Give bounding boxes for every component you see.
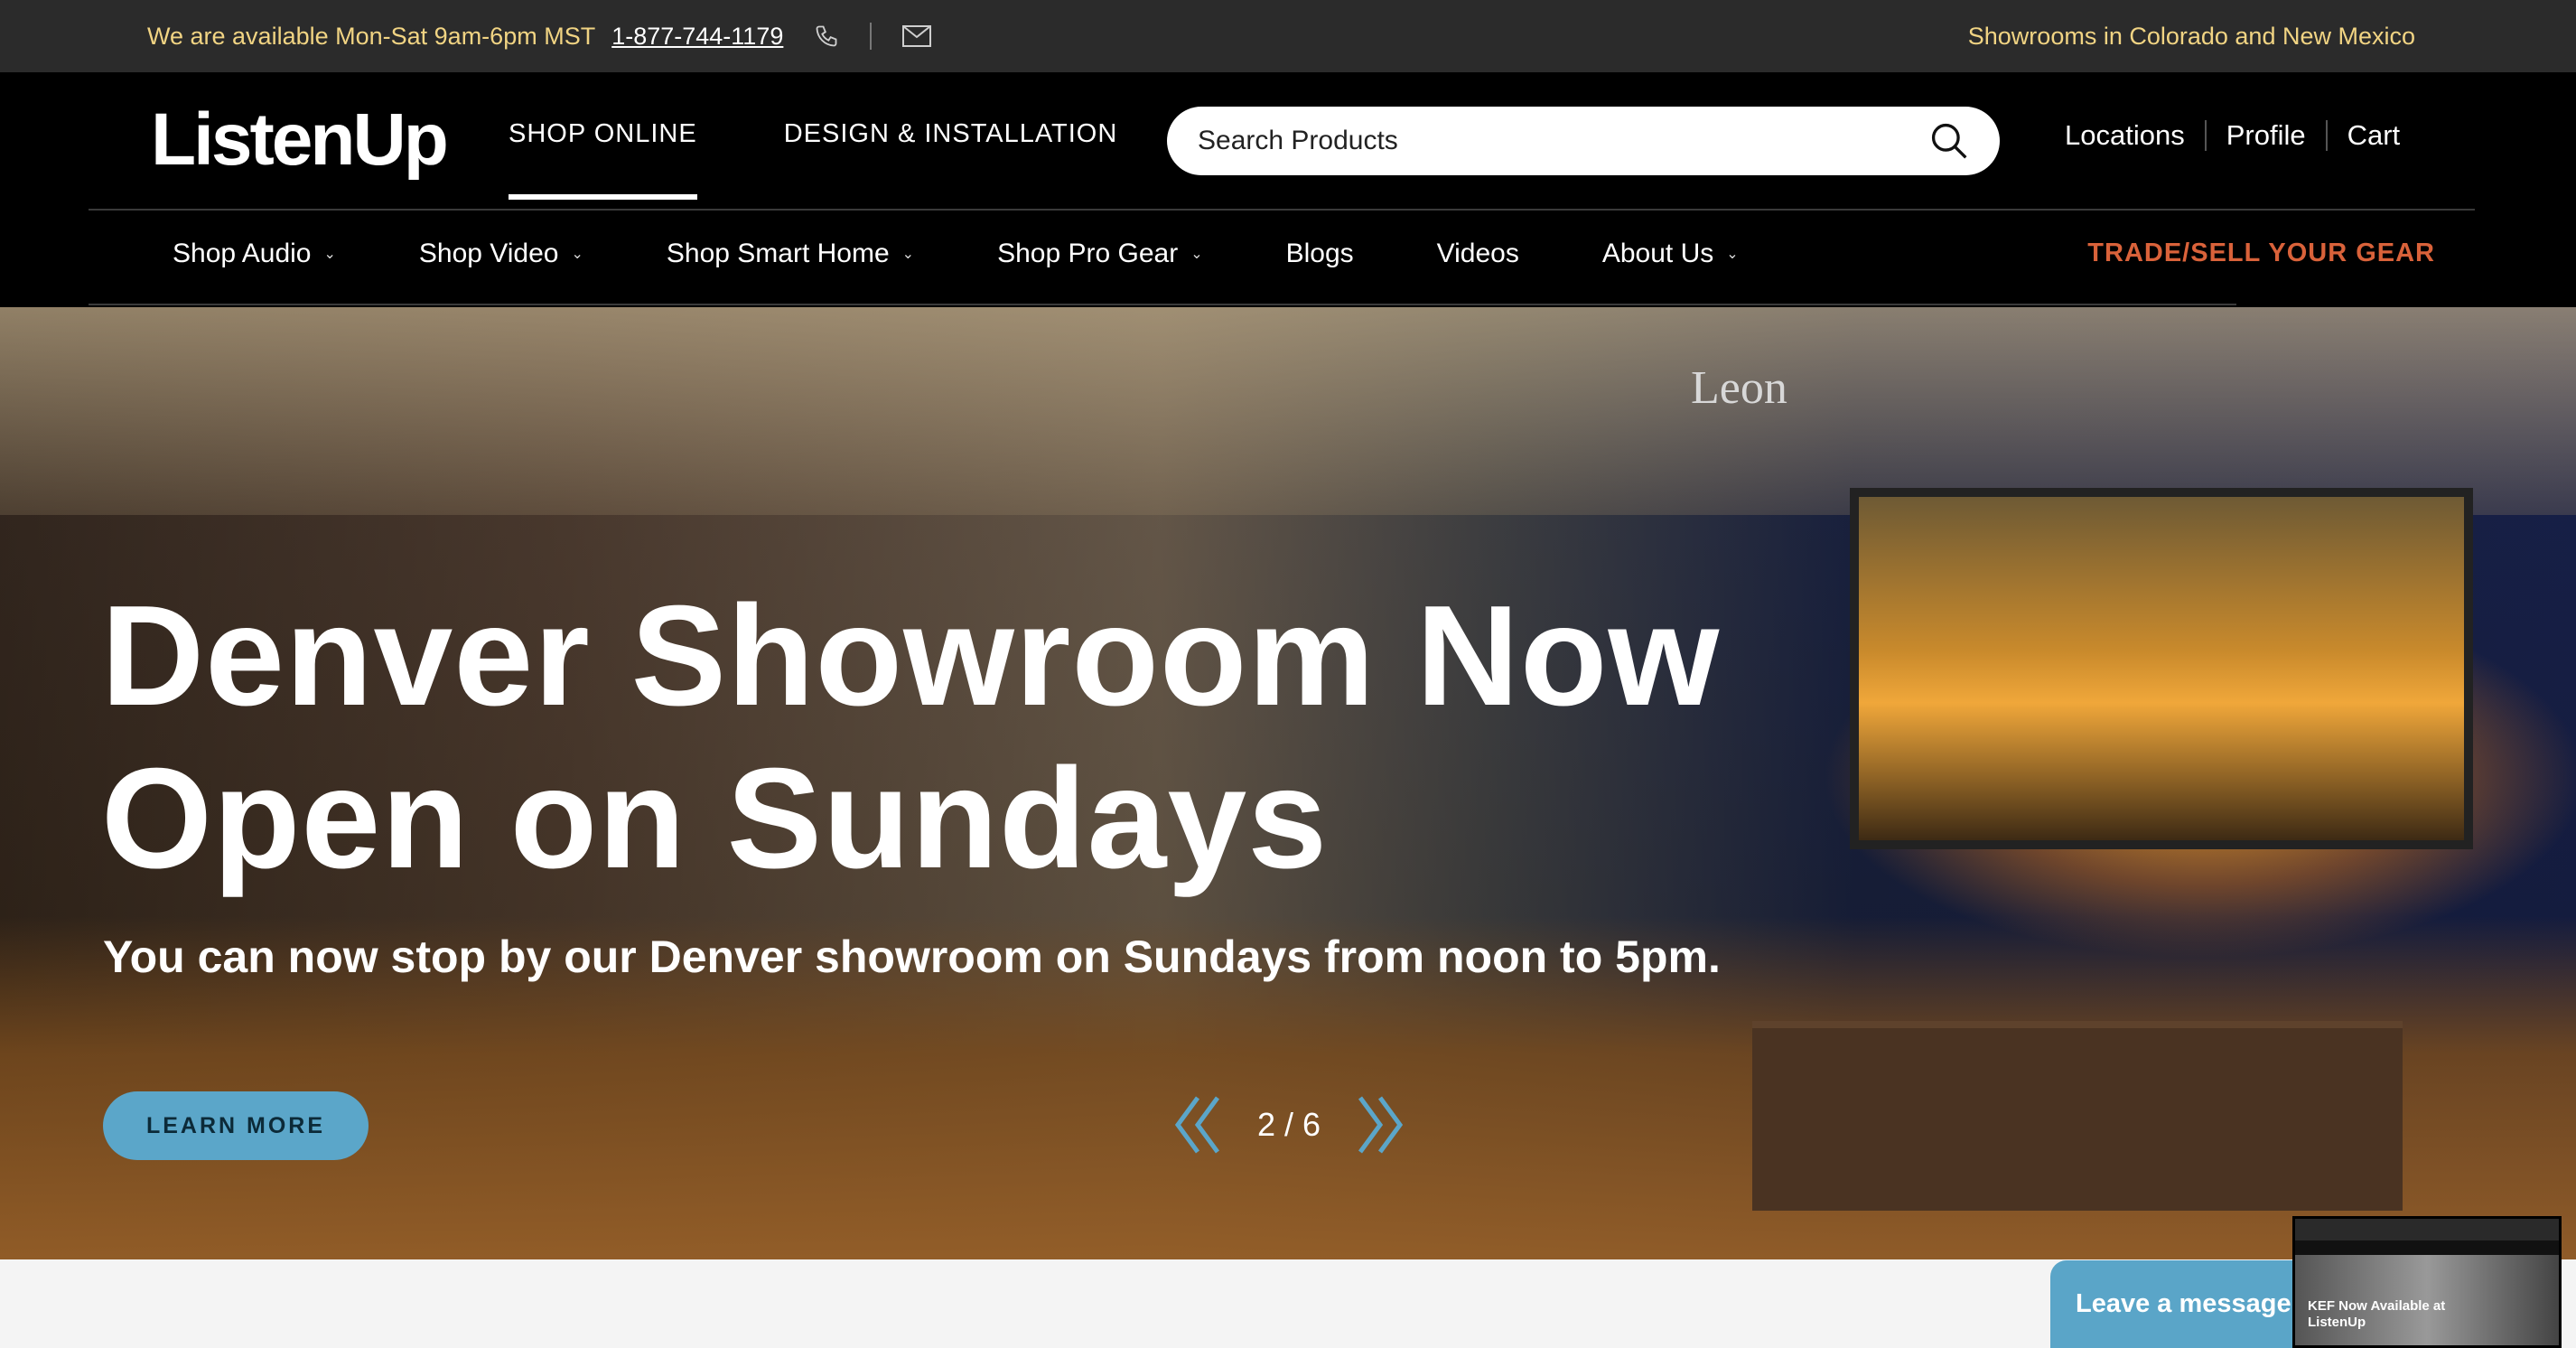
hero-subheading: You can now stop by our Denver showroom … <box>103 931 1721 982</box>
headline-line-1: Denver Showroom Now <box>101 576 1721 735</box>
chevron-down-icon: ⌄ <box>1726 247 1739 262</box>
chevron-down-icon: ⌄ <box>1190 247 1203 262</box>
nav-design-installation[interactable]: DESIGN & INSTALLATION <box>784 119 1118 200</box>
site-header: ListenUp SHOP ONLINE DESIGN & INSTALLATI… <box>0 72 2576 307</box>
main-nav: SHOP ONLINE DESIGN & INSTALLATION <box>509 119 1117 200</box>
video-preview-thumbnail[interactable]: KEF Now Available at ListenUp <box>2292 1216 2562 1348</box>
subnav-label: Shop Video <box>418 239 559 268</box>
subnav-shop-pro-gear[interactable]: Shop Pro Gear ⌄ <box>997 239 1203 269</box>
learn-more-button[interactable]: LEARN MORE <box>103 1091 369 1160</box>
showroom-tv-image <box>1850 488 2473 849</box>
slide-counter: 2 / 6 <box>1257 1106 1321 1143</box>
utility-nav: Locations Profile Cart <box>2065 119 2420 152</box>
top-info-bar: We are available Mon-Sat 9am-6pm MST 1-8… <box>0 0 2576 72</box>
phone-link[interactable]: 1-877-744-1179 <box>611 23 783 51</box>
subnav-label: Shop Pro Gear <box>997 239 1179 268</box>
search-icon[interactable] <box>1929 121 1969 161</box>
locations-link[interactable]: Locations <box>2065 119 2205 152</box>
subnav-shop-smart-home[interactable]: Shop Smart Home ⌄ <box>667 239 914 269</box>
header-divider <box>89 209 2475 211</box>
showrooms-link[interactable]: Showrooms in Colorado and New Mexico <box>1968 0 2415 72</box>
cart-link[interactable]: Cart <box>2328 119 2421 152</box>
profile-link[interactable]: Profile <box>2207 119 2326 152</box>
listenup-logo[interactable]: ListenUp <box>151 98 449 183</box>
category-nav: Shop Audio ⌄ Shop Video ⌄ Shop Smart Home ⌄… <box>173 239 1822 269</box>
phone-icon[interactable] <box>814 23 839 49</box>
carousel-pager: 2 / 6 <box>1171 1093 1407 1156</box>
chevron-down-icon: ⌄ <box>571 247 583 262</box>
contact-info: We are available Mon-Sat 9am-6pm MST 1-8… <box>147 0 932 72</box>
thumbnail-title: KEF Now Available at ListenUp <box>2308 1298 2446 1330</box>
subnav-divider <box>89 304 2236 305</box>
headline-line-2: Open on Sundays <box>101 739 1329 898</box>
chevron-double-left-icon[interactable] <box>1171 1093 1225 1156</box>
subnav-label: Videos <box>1436 239 1519 268</box>
business-hours: We are available Mon-Sat 9am-6pm MST <box>147 22 596 50</box>
trade-sell-link[interactable]: TRADE/SELL YOUR GEAR <box>2087 239 2435 268</box>
subnav-label: Blogs <box>1285 239 1354 268</box>
hero-headline: Denver Showroom Now Open on Sundays <box>101 575 1817 900</box>
subnav-shop-video[interactable]: Shop Video ⌄ <box>419 239 583 269</box>
thumbnail-header <box>2295 1219 2559 1240</box>
hero-background-ceiling <box>0 307 2576 515</box>
brand-sign: Leon <box>1691 362 1787 414</box>
subnav-shop-audio[interactable]: Shop Audio ⌄ <box>173 239 336 269</box>
subnav-label: About Us <box>1601 239 1714 268</box>
chevron-down-icon: ⌄ <box>901 247 915 262</box>
divider <box>870 23 873 50</box>
chevron-double-right-icon[interactable] <box>1353 1093 1407 1156</box>
subnav-label: Shop Smart Home <box>666 239 890 268</box>
subnav-about-us[interactable]: About Us ⌄ <box>1602 239 1739 269</box>
subnav-videos[interactable]: Videos <box>1437 239 1519 269</box>
chevron-down-icon: ⌄ <box>323 247 336 262</box>
leave-message-button[interactable]: Leave a message <box>2050 1260 2321 1348</box>
mail-icon[interactable] <box>902 25 932 47</box>
showroom-cabinet-image <box>1752 1021 2403 1211</box>
nav-shop-online[interactable]: SHOP ONLINE <box>509 119 697 200</box>
subnav-label: Shop Audio <box>173 239 312 268</box>
search-bar <box>1167 107 2000 175</box>
subnav-blogs[interactable]: Blogs <box>1286 239 1354 269</box>
search-input[interactable] <box>1198 126 1929 156</box>
hero-carousel: Leon Denver Showroom Now Open on Sundays… <box>0 307 2576 1259</box>
